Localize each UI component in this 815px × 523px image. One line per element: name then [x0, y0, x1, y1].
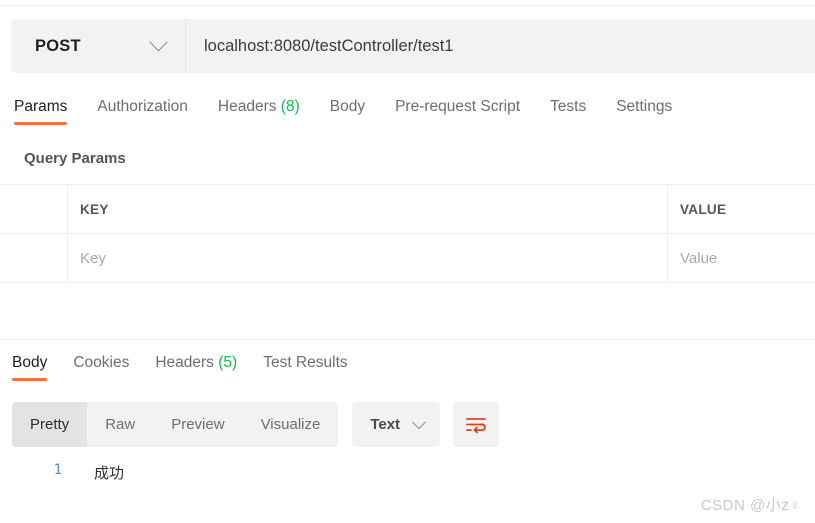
view-mode-pretty-label: Pretty — [30, 416, 70, 433]
response-format-dropdown[interactable]: Text — [352, 402, 441, 447]
url-input-value: localhost:8080/testController/test1 — [204, 36, 454, 55]
view-mode-segmented-control: Pretty Raw Preview Visualize — [12, 402, 339, 447]
tab-settings[interactable]: Settings — [616, 96, 672, 125]
view-mode-preview-label: Preview — [171, 416, 225, 433]
query-params-table: KEY VALUE Key Value — [0, 184, 815, 283]
postman-request-response-pane: POST localhost:8080/testController/test1… — [0, 0, 815, 523]
tab-body[interactable]: Body — [330, 96, 365, 125]
tab-params[interactable]: Params — [14, 96, 68, 125]
response-viewer-toolbar: Pretty Raw Preview Visualize Text — [12, 402, 500, 447]
response-format-label: Text — [370, 416, 401, 433]
wrap-text-icon — [466, 417, 486, 433]
response-body-viewer: 1 成功 — [0, 462, 815, 483]
row-value-input[interactable]: Value — [668, 234, 815, 282]
query-params-title: Query Params — [24, 150, 126, 167]
response-tab-cookies[interactable]: Cookies — [73, 352, 129, 381]
pane-divider — [0, 339, 815, 340]
response-tab-headers-count: (5) — [218, 354, 238, 371]
response-tab-cookies-label: Cookies — [73, 354, 130, 371]
tab-authorization[interactable]: Authorization — [97, 96, 187, 125]
chevron-down-icon — [149, 32, 168, 51]
table-header-row: KEY VALUE — [0, 185, 815, 233]
tab-params-label: Params — [14, 98, 68, 115]
line-number-gutter: 1 — [0, 462, 70, 478]
http-method-dropdown[interactable]: POST — [11, 19, 186, 73]
header-key-cell: KEY — [68, 185, 668, 233]
row-key-placeholder: Key — [80, 249, 106, 267]
watermark: CSDN @小z♀ — [700, 497, 801, 514]
tab-authorization-label: Authorization — [97, 98, 188, 115]
tab-headers-count: (8) — [280, 98, 300, 115]
tab-headers[interactable]: Headers (8) — [218, 96, 300, 125]
tab-pre-request-script[interactable]: Pre-request Script — [395, 96, 520, 125]
view-mode-pretty[interactable]: Pretty — [12, 402, 88, 447]
view-mode-visualize-label: Visualize — [260, 416, 321, 433]
response-tab-test-results-label: Test Results — [263, 354, 348, 371]
tab-tests[interactable]: Tests — [550, 96, 586, 125]
column-header-value: VALUE — [680, 201, 727, 217]
column-header-key: KEY — [80, 201, 109, 217]
header-checkbox-cell — [0, 185, 68, 233]
tab-pre-request-script-label: Pre-request Script — [395, 98, 521, 115]
chevron-down-icon — [411, 414, 427, 429]
tab-body-label: Body — [329, 98, 366, 115]
view-mode-raw[interactable]: Raw — [87, 402, 153, 447]
line-number: 1 — [53, 462, 62, 478]
table-bottom-border — [0, 282, 815, 283]
table-row: Key Value — [0, 234, 815, 282]
row-checkbox-cell[interactable] — [0, 234, 68, 282]
wrap-text-button[interactable] — [453, 402, 500, 447]
response-tab-body-label: Body — [12, 354, 48, 371]
row-value-placeholder: Value — [680, 249, 718, 267]
response-tab-headers[interactable]: Headers (5) — [155, 352, 237, 381]
url-input[interactable]: localhost:8080/testController/test1 — [186, 19, 815, 73]
response-tab-body[interactable]: Body — [12, 352, 48, 381]
response-tab-test-results[interactable]: Test Results — [263, 352, 347, 381]
tab-settings-label: Settings — [616, 98, 673, 115]
request-tab-bar: Params Authorization Headers (8) Body Pr… — [0, 96, 815, 134]
view-mode-visualize[interactable]: Visualize — [243, 402, 339, 447]
response-body-line: 成功 — [94, 464, 125, 482]
http-method-label: POST — [35, 36, 81, 55]
row-key-input[interactable]: Key — [68, 234, 668, 282]
request-url-bar: POST localhost:8080/testController/test1 — [11, 19, 815, 73]
tab-headers-label: Headers — [217, 98, 277, 115]
response-tab-bar: Body Cookies Headers (5) Test Results — [0, 352, 815, 388]
view-mode-preview[interactable]: Preview — [153, 402, 242, 447]
response-tab-headers-label: Headers — [155, 354, 214, 371]
view-mode-raw-label: Raw — [105, 416, 136, 433]
header-value-cell: VALUE — [668, 185, 815, 233]
tab-tests-label: Tests — [550, 98, 587, 115]
top-divider — [0, 5, 815, 6]
